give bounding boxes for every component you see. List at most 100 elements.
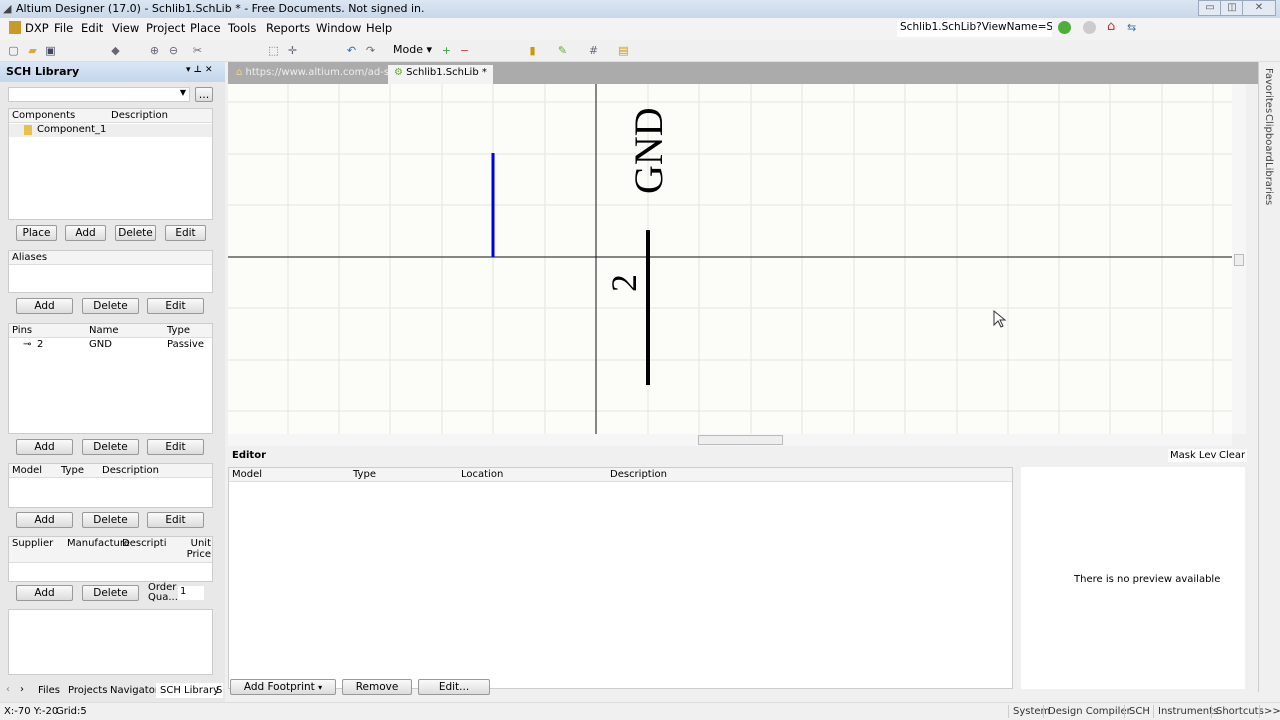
minimize-button[interactable]: ▭ xyxy=(1198,0,1222,16)
tab-scroll-right-icon[interactable]: › xyxy=(20,684,24,695)
place-button[interactable]: Place xyxy=(16,225,57,241)
pins-header[interactable]: Pins xyxy=(12,325,32,336)
model-header[interactable]: Model xyxy=(232,469,262,480)
tab-more[interactable]: S xyxy=(216,685,222,696)
vertical-scrollbar[interactable] xyxy=(1232,84,1246,434)
tools-icon[interactable]: ✎ xyxy=(555,43,570,58)
new-icon[interactable]: ▢ xyxy=(6,43,21,58)
aliases-header[interactable]: Aliases xyxy=(12,252,47,263)
add-icon[interactable]: + xyxy=(439,43,454,58)
delete-alias-button[interactable]: Delete xyxy=(82,298,139,314)
delete-pin-button[interactable]: Delete xyxy=(82,439,139,455)
cut-icon[interactable]: ✂ xyxy=(190,43,205,58)
name-header[interactable]: Name xyxy=(89,325,119,336)
description-header[interactable]: Description xyxy=(610,469,667,480)
grid-icon[interactable]: # xyxy=(586,43,601,58)
folder-icon[interactable]: ▤ xyxy=(616,43,631,58)
browse-button[interactable]: … xyxy=(195,87,213,102)
schematic-canvas[interactable]: GND 2 xyxy=(228,84,1232,434)
components-header[interactable]: Components xyxy=(12,110,75,121)
add-alias-button[interactable]: Add xyxy=(16,298,73,314)
description-header[interactable]: Description xyxy=(102,465,159,476)
undo-icon[interactable]: ↶ xyxy=(344,43,359,58)
type-header[interactable]: Type xyxy=(61,465,84,476)
description-header[interactable]: Description xyxy=(111,110,168,121)
open-icon[interactable]: ▰ xyxy=(25,43,40,58)
save-icon[interactable]: ▣ xyxy=(43,43,58,58)
menu-tools[interactable]: Tools xyxy=(228,21,256,35)
model-header[interactable]: Model xyxy=(12,465,42,476)
menu-view[interactable]: View xyxy=(112,21,139,35)
add-pin-button[interactable]: Add xyxy=(16,439,73,455)
remove-icon[interactable]: − xyxy=(457,43,472,58)
table-row[interactable]: ⊸ 2 GND Passive xyxy=(9,339,212,352)
status-tab-sch[interactable]: SCH xyxy=(1124,705,1154,718)
edit-component-button[interactable]: Edit xyxy=(165,225,206,241)
move-icon[interactable]: ✛ xyxy=(285,43,300,58)
zoom-out-icon[interactable]: ⊖ xyxy=(166,43,181,58)
add-component-button[interactable]: Add xyxy=(65,225,106,241)
select-icon[interactable]: ⬚ xyxy=(266,43,281,58)
menu-help[interactable]: Help xyxy=(366,21,392,35)
address-bar[interactable]: Schlib1.SchLib?ViewName=Sch( xyxy=(897,20,1052,37)
filter-dropdown[interactable]: ▼ xyxy=(8,87,190,102)
unit-price-header[interactable]: Unit Price xyxy=(179,538,211,560)
zoom-in-icon[interactable]: ⊕ xyxy=(147,43,162,58)
location-header[interactable]: Location xyxy=(461,469,503,480)
edit-pin-button[interactable]: Edit xyxy=(147,439,204,455)
add-model-button[interactable]: Add xyxy=(16,512,73,528)
edit-footprint-button[interactable]: Edit... xyxy=(418,679,490,695)
component-icon[interactable]: ▮ xyxy=(525,43,540,58)
schlib-icon: ⚙ xyxy=(394,67,403,78)
remove-button[interactable]: Remove xyxy=(342,679,412,695)
mode-dropdown[interactable]: Mode ▾ xyxy=(393,43,432,56)
menu-project[interactable]: Project xyxy=(146,21,185,35)
models-table: Model Type Location Description xyxy=(228,467,1013,689)
libraries-tab[interactable]: Libraries xyxy=(1263,162,1274,205)
back-icon[interactable] xyxy=(1058,21,1071,34)
restore-button[interactable]: ◫ xyxy=(1220,0,1244,16)
menu-dxp[interactable]: DXP xyxy=(25,21,49,35)
tab-sch-library[interactable]: SCH Library xyxy=(156,683,223,698)
clear-button[interactable]: Clear xyxy=(1217,449,1248,462)
tab-navigator[interactable]: Navigator xyxy=(110,685,159,696)
menu-reports[interactable]: Reports xyxy=(266,21,310,35)
close-button[interactable]: ✕ xyxy=(1242,0,1276,16)
manufacturer-header[interactable]: Manufacture xyxy=(67,538,130,549)
clipboard-tab[interactable]: Clipboard xyxy=(1263,114,1274,162)
menu-window[interactable]: Window xyxy=(316,21,361,35)
add-footprint-button[interactable]: Add Footprint ▾ xyxy=(230,679,336,695)
status-tab-design-compiler[interactable]: Design Compiler xyxy=(1043,705,1135,718)
home-icon[interactable]: ⌂ xyxy=(1107,19,1115,34)
tab-scroll-left-icon[interactable]: ‹ xyxy=(6,684,10,695)
edit-alias-button[interactable]: Edit xyxy=(147,298,204,314)
delete-supplier-button[interactable]: Delete xyxy=(82,585,139,601)
tab-projects[interactable]: Projects xyxy=(68,685,107,696)
order-quantity-stepper[interactable]: 1 xyxy=(178,586,204,600)
type-header[interactable]: Type xyxy=(167,325,190,336)
list-item[interactable]: Component_1 xyxy=(9,124,212,137)
type-header[interactable]: Type xyxy=(353,469,376,480)
refresh-icon[interactable]: ⇆ xyxy=(1127,21,1136,34)
add-supplier-button[interactable]: Add xyxy=(16,585,73,601)
layers-icon[interactable]: ◆ xyxy=(108,43,123,58)
tab-schlib1[interactable]: ⚙ Schlib1.SchLib * xyxy=(388,65,493,84)
delete-model-button[interactable]: Delete xyxy=(82,512,139,528)
menu-edit[interactable]: Edit xyxy=(81,21,103,35)
horizontal-scrollbar[interactable] xyxy=(228,434,1232,446)
menu-place[interactable]: Place xyxy=(190,21,221,35)
description-header[interactable]: Descripti xyxy=(122,538,167,549)
favorites-tab[interactable]: Favorites xyxy=(1263,68,1274,113)
delete-component-button[interactable]: Delete xyxy=(115,225,156,241)
menu-file[interactable]: File xyxy=(54,21,73,35)
edit-model-button[interactable]: Edit xyxy=(147,512,204,528)
redo-icon[interactable]: ↷ xyxy=(363,43,378,58)
tab-label: Schlib1.SchLib * xyxy=(406,67,487,78)
forward-icon[interactable] xyxy=(1083,21,1096,34)
tab-files[interactable]: Files xyxy=(38,685,60,696)
scroll-thumb[interactable] xyxy=(1234,254,1244,266)
scroll-thumb[interactable] xyxy=(698,435,783,445)
panel-menu-icon[interactable]: ▾ ⊥ ✕ xyxy=(186,65,213,75)
status-tab-more[interactable]: >> xyxy=(1259,705,1280,718)
supplier-header[interactable]: Supplier xyxy=(12,538,53,549)
